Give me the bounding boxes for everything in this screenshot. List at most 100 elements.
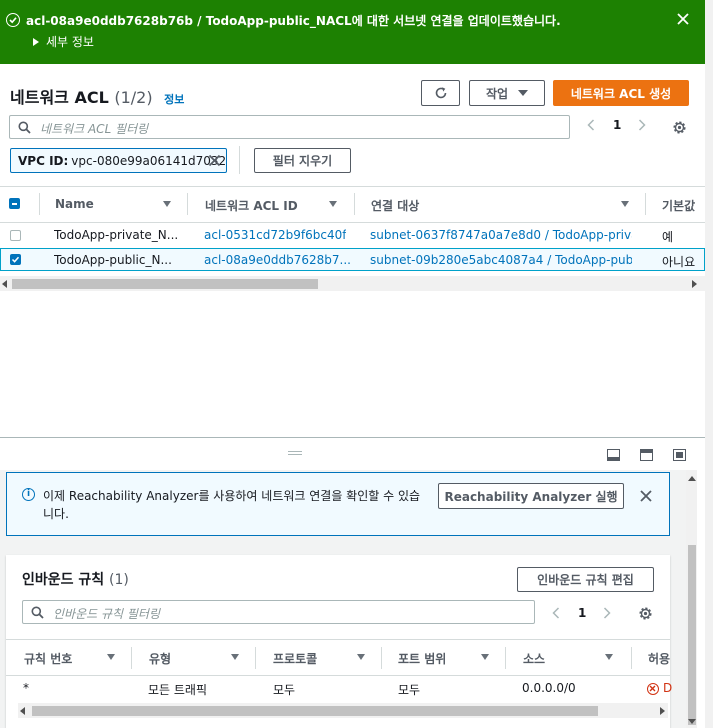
acl-filter-input[interactable]: 네트워크 ACL 필터링 xyxy=(9,115,570,139)
rule-protocol: 모두 xyxy=(273,683,296,697)
column-header-allow-deny[interactable]: 허용 xyxy=(648,650,670,667)
row-name: TodoApp-private_N... xyxy=(54,228,179,242)
title-text: 네트워크 ACL xyxy=(10,88,109,107)
inbound-rules-card: 인바운드 규칙 (1) 인바운드 규칙 편집 인바운드 규칙 필터링 1 규칙 … xyxy=(6,555,673,728)
chevron-right-icon[interactable] xyxy=(638,119,646,131)
sort-icon[interactable] xyxy=(107,654,115,660)
flash-details-label: 세부 정보 xyxy=(46,35,94,49)
split-panel-scrollbar[interactable] xyxy=(686,470,697,728)
column-header-acl-id[interactable]: 네트워크 ACL ID xyxy=(205,197,298,214)
close-icon[interactable] xyxy=(640,490,652,502)
column-header-rule-number[interactable]: 규칙 번호 xyxy=(24,650,72,667)
run-reachability-analyzer-button[interactable]: Reachability Analyzer 실행 xyxy=(438,483,624,509)
page-scrollbar[interactable] xyxy=(705,0,713,728)
chevron-right-icon[interactable] xyxy=(603,607,611,619)
rule-allow-deny: D xyxy=(663,681,673,695)
header-border xyxy=(6,675,670,676)
scroll-right-icon[interactable] xyxy=(692,280,697,288)
column-header-association[interactable]: 연결 대상 xyxy=(371,197,419,214)
sort-icon[interactable] xyxy=(163,201,171,207)
sort-icon[interactable] xyxy=(621,201,629,207)
column-divider xyxy=(39,193,40,215)
row-association-link[interactable]: subnet-09b280e5abc4087a4 / TodoApp-publi… xyxy=(370,253,632,267)
column-divider xyxy=(131,647,132,669)
create-acl-button[interactable]: 네트워크 ACL 생성 xyxy=(553,80,689,106)
row-association-link[interactable]: subnet-0637f8747a0a7e8d0 / TodoApp-priva… xyxy=(370,228,632,242)
column-divider xyxy=(645,193,646,215)
page-number[interactable]: 1 xyxy=(613,118,621,132)
search-icon xyxy=(31,606,44,619)
scroll-left-icon[interactable] xyxy=(20,707,25,715)
panel-maximize-icon[interactable] xyxy=(673,449,686,461)
inbound-filter-placeholder: 인바운드 규칙 필터링 xyxy=(53,607,160,621)
close-icon[interactable] xyxy=(676,12,692,28)
column-header-default[interactable]: 기본값 xyxy=(662,197,695,214)
clear-filters-button[interactable]: 필터 지우기 xyxy=(254,148,351,173)
sort-icon[interactable] xyxy=(605,654,613,660)
inbound-title-text: 인바운드 규칙 xyxy=(22,572,105,588)
scroll-right-icon[interactable] xyxy=(660,707,665,715)
rule-port-range: 모두 xyxy=(398,683,421,697)
row-checkbox[interactable] xyxy=(10,254,21,265)
rule-type: 모든 트래픽 xyxy=(148,683,208,697)
close-icon[interactable] xyxy=(208,154,221,167)
gear-icon[interactable] xyxy=(672,120,687,135)
column-header-type[interactable]: 유형 xyxy=(149,650,171,667)
column-header-protocol[interactable]: 프로토콜 xyxy=(273,650,317,667)
column-divider xyxy=(631,647,632,669)
row-acl-id-link[interactable]: acl-08a9e0ddb7628b7... xyxy=(204,253,354,267)
edit-inbound-rules-button[interactable]: 인바운드 규칙 편집 xyxy=(517,567,654,592)
reachability-alert: i 이제 Reachability Analyzer를 사용하여 네트워크 연결… xyxy=(6,472,670,536)
inbound-filter-input[interactable]: 인바운드 규칙 필터링 xyxy=(22,600,535,624)
filter-placeholder: 네트워크 ACL 필터링 xyxy=(40,122,149,136)
success-flash: acl-08a9e0ddb7628b76b / TodoApp-public_N… xyxy=(0,0,705,64)
refresh-icon xyxy=(435,87,446,99)
info-icon: i xyxy=(22,488,35,501)
chevron-left-icon[interactable] xyxy=(552,607,560,619)
acl-pagination: 1 xyxy=(587,118,646,132)
drag-handle-icon[interactable] xyxy=(288,451,302,455)
column-divider xyxy=(255,647,256,669)
row-checkbox[interactable] xyxy=(10,230,21,241)
rule-number: * xyxy=(23,681,29,695)
page-number[interactable]: 1 xyxy=(578,606,586,620)
column-header-port-range[interactable]: 포트 범위 xyxy=(398,650,446,667)
inbound-pagination: 1 xyxy=(552,606,611,620)
sort-icon[interactable] xyxy=(329,201,337,207)
inbound-count: (1) xyxy=(109,572,129,588)
scrollbar-thumb[interactable] xyxy=(32,706,598,716)
column-divider xyxy=(354,193,355,215)
info-link[interactable]: 정보 xyxy=(164,93,184,106)
column-header-name[interactable]: Name xyxy=(55,197,94,211)
gear-icon[interactable] xyxy=(638,606,653,621)
chevron-left-icon[interactable] xyxy=(587,119,595,131)
table-top-border xyxy=(6,639,670,640)
actions-button[interactable]: 작업 xyxy=(469,80,545,106)
select-all-checkbox[interactable] xyxy=(9,198,20,209)
panel-side-icon[interactable] xyxy=(640,449,653,461)
token-value: vpc-080e99a06141d7032 xyxy=(71,153,227,168)
sort-icon[interactable] xyxy=(481,654,489,660)
page-title: 네트워크 ACL (1/2) 정보 xyxy=(10,84,184,108)
row-name: TodoApp-public_N... xyxy=(54,253,172,267)
rule-source: 0.0.0.0/0 xyxy=(522,681,576,695)
selection-count: (1/2) xyxy=(114,88,153,107)
column-divider xyxy=(505,647,506,669)
sort-icon[interactable] xyxy=(357,654,365,660)
refresh-button[interactable] xyxy=(421,80,460,106)
scrollbar-thumb[interactable] xyxy=(688,545,696,725)
scroll-up-icon[interactable] xyxy=(688,476,696,481)
app-root: acl-08a9e0ddb7628b76b / TodoApp-public_N… xyxy=(0,0,713,728)
column-header-source[interactable]: 소스 xyxy=(523,650,545,667)
row-default: 아니요 xyxy=(662,255,696,269)
scrollbar-thumb[interactable] xyxy=(12,279,318,289)
caret-right-icon xyxy=(33,38,39,46)
row-acl-id-link[interactable]: acl-0531cd72b9f6bc40f xyxy=(204,228,346,242)
inbound-horizontal-scrollbar[interactable] xyxy=(18,703,668,718)
flash-details-toggle[interactable]: 세부 정보 xyxy=(33,33,94,50)
scroll-down-icon[interactable] xyxy=(688,719,696,724)
scroll-left-icon[interactable] xyxy=(2,280,7,288)
table-horizontal-scrollbar[interactable] xyxy=(0,276,705,291)
sort-icon[interactable] xyxy=(231,654,239,660)
panel-bottom-icon[interactable] xyxy=(607,449,620,461)
